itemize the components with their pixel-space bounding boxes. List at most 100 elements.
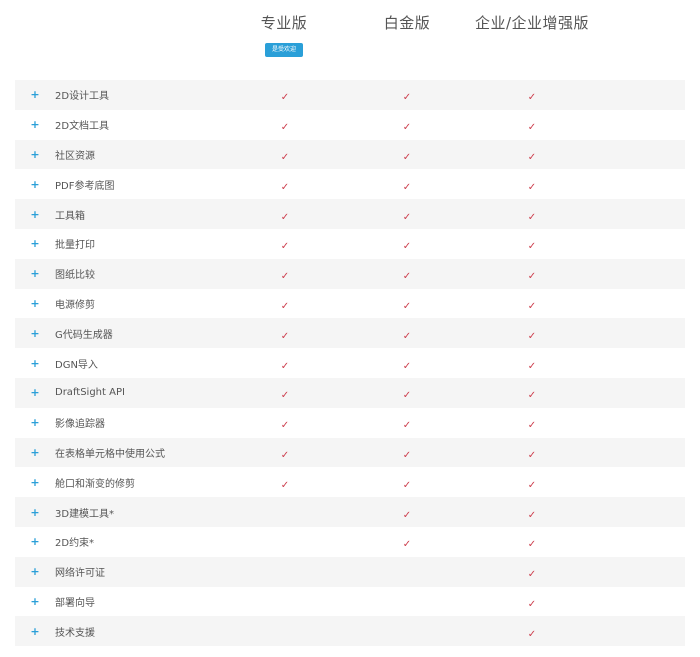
check-mark-icon: ✓ [280,92,290,104]
popular-badge[interactable]: 是受欢迎 [265,43,303,57]
expand-plus-icon[interactable]: + [29,118,41,131]
feature-row: + 部署向导 ✓ [15,587,685,617]
feature-name: 技术支援 [55,627,95,639]
feature-row: + 社区资源 ✓ ✓ ✓ [15,139,685,170]
check-mark-icon: ✓ [280,390,290,402]
feature-row: +3D建模工具* ✓ ✓ [15,497,685,527]
feature-row: + 批量打印 ✓ ✓ ✓ [15,229,685,259]
expand-plus-icon[interactable]: + [29,267,41,280]
check-mark-icon: ✓ [527,211,537,223]
feature-name: 网络许可证 [55,568,105,580]
expand-plus-icon[interactable]: + [29,357,41,370]
feature-name: PDF参考底图 [55,180,115,192]
feature-row: +2D设计工具 ✓ ✓ ✓ [15,80,685,110]
check-icon: ✓ [397,324,417,343]
check-icon: ✓ [522,562,542,581]
expand-plus-icon[interactable]: + [29,476,41,489]
check-mark-icon: ✓ [402,449,412,461]
check-icon: ✓ [522,264,542,283]
check-mark-icon: ✓ [280,181,290,193]
plan-header: 专业版 是受欢迎 白金版 企业/企业增强版 [0,0,700,79]
check-mark-icon: ✓ [527,479,537,491]
feature-row: + 网络许可证 ✓ [15,556,685,587]
check-mark-icon: ✓ [402,151,412,163]
check-mark-icon: ✓ [280,300,290,312]
check-mark-icon: ✓ [527,330,537,342]
feature-row: +2D文档工具 ✓ ✓ ✓ [15,110,685,140]
expand-plus-icon[interactable]: + [29,327,41,340]
feature-name: 社区资源 [55,150,95,162]
check-mark-icon: ✓ [527,420,537,432]
expand-plus-icon[interactable]: + [29,88,41,101]
check-mark-icon: ✓ [402,271,412,283]
check-icon: ✓ [275,205,295,224]
check-icon: ✓ [397,354,417,373]
expand-plus-icon[interactable]: + [29,595,41,608]
check-mark-icon: ✓ [527,628,537,640]
check-mark-icon: ✓ [402,479,412,491]
check-mark-icon: ✓ [280,241,290,253]
feature-name: 舱口和渐变的修剪 [55,478,135,490]
check-mark-icon: ✓ [527,92,537,104]
feature-name: 影像追踪器 [55,419,105,431]
feature-row: + 工具箱 ✓ ✓ ✓ [15,199,685,229]
check-icon: ✓ [522,175,542,194]
check-mark-icon: ✓ [402,390,412,402]
check-mark-icon: ✓ [527,390,537,402]
check-icon: ✓ [275,145,295,164]
feature-name: 2D约束* [55,538,95,550]
check-mark-icon: ✓ [402,360,412,372]
check-mark-icon: ✓ [527,300,537,312]
check-mark-icon: ✓ [402,181,412,193]
check-mark-icon: ✓ [527,151,537,163]
check-icon: ✓ [522,503,542,522]
check-icon: ✓ [275,324,295,343]
check-mark-icon: ✓ [280,330,290,342]
expand-plus-icon[interactable]: + [29,237,41,250]
feature-name: 在表格单元格中使用公式 [55,448,165,460]
expand-plus-icon[interactable]: + [29,535,41,548]
expand-plus-icon[interactable]: + [29,148,41,161]
check-icon: ✓ [397,532,417,551]
check-icon: ✓ [522,592,542,611]
check-icon: ✓ [275,234,295,253]
check-mark-icon: ✓ [402,330,412,342]
check-mark-icon: ✓ [280,151,290,163]
expand-plus-icon[interactable]: + [29,446,41,459]
expand-plus-icon[interactable]: + [29,416,41,429]
check-mark-icon: ✓ [527,241,537,253]
expand-plus-icon[interactable]: + [29,208,41,221]
feature-name: DraftSight API [55,387,125,399]
expand-plus-icon[interactable]: + [29,297,41,310]
check-icon: ✓ [275,413,295,432]
feature-name: 部署向导 [55,597,95,609]
check-icon: ✓ [397,264,417,283]
feature-name: 3D建模工具* [55,508,115,520]
check-icon: ✓ [522,443,542,462]
expand-plus-icon[interactable]: + [29,565,41,578]
check-icon: ✓ [522,413,542,432]
feature-name: DGN导入 [55,359,98,371]
plan-name-enterprise: 企业/企业增强版 [474,14,590,32]
expand-plus-icon[interactable]: + [29,386,41,399]
feature-name: 批量打印 [55,240,95,252]
check-mark-icon: ✓ [402,122,412,134]
check-mark-icon: ✓ [527,122,537,134]
check-mark-icon: ✓ [527,449,537,461]
check-icon: ✓ [397,205,417,224]
check-mark-icon: ✓ [280,271,290,283]
check-mark-icon: ✓ [402,300,412,312]
check-mark-icon: ✓ [402,509,412,521]
check-icon: ✓ [275,473,295,492]
expand-plus-icon[interactable]: + [29,178,41,191]
check-mark-icon: ✓ [527,181,537,193]
check-mark-icon: ✓ [527,539,537,551]
feature-row: + DGN导入 ✓ ✓ ✓ [15,348,685,378]
check-icon: ✓ [275,383,295,402]
check-icon: ✓ [275,175,295,194]
check-mark-icon: ✓ [402,420,412,432]
check-icon: ✓ [397,503,417,522]
expand-plus-icon[interactable]: + [29,506,41,519]
expand-plus-icon[interactable]: + [29,625,41,638]
check-mark-icon: ✓ [280,479,290,491]
